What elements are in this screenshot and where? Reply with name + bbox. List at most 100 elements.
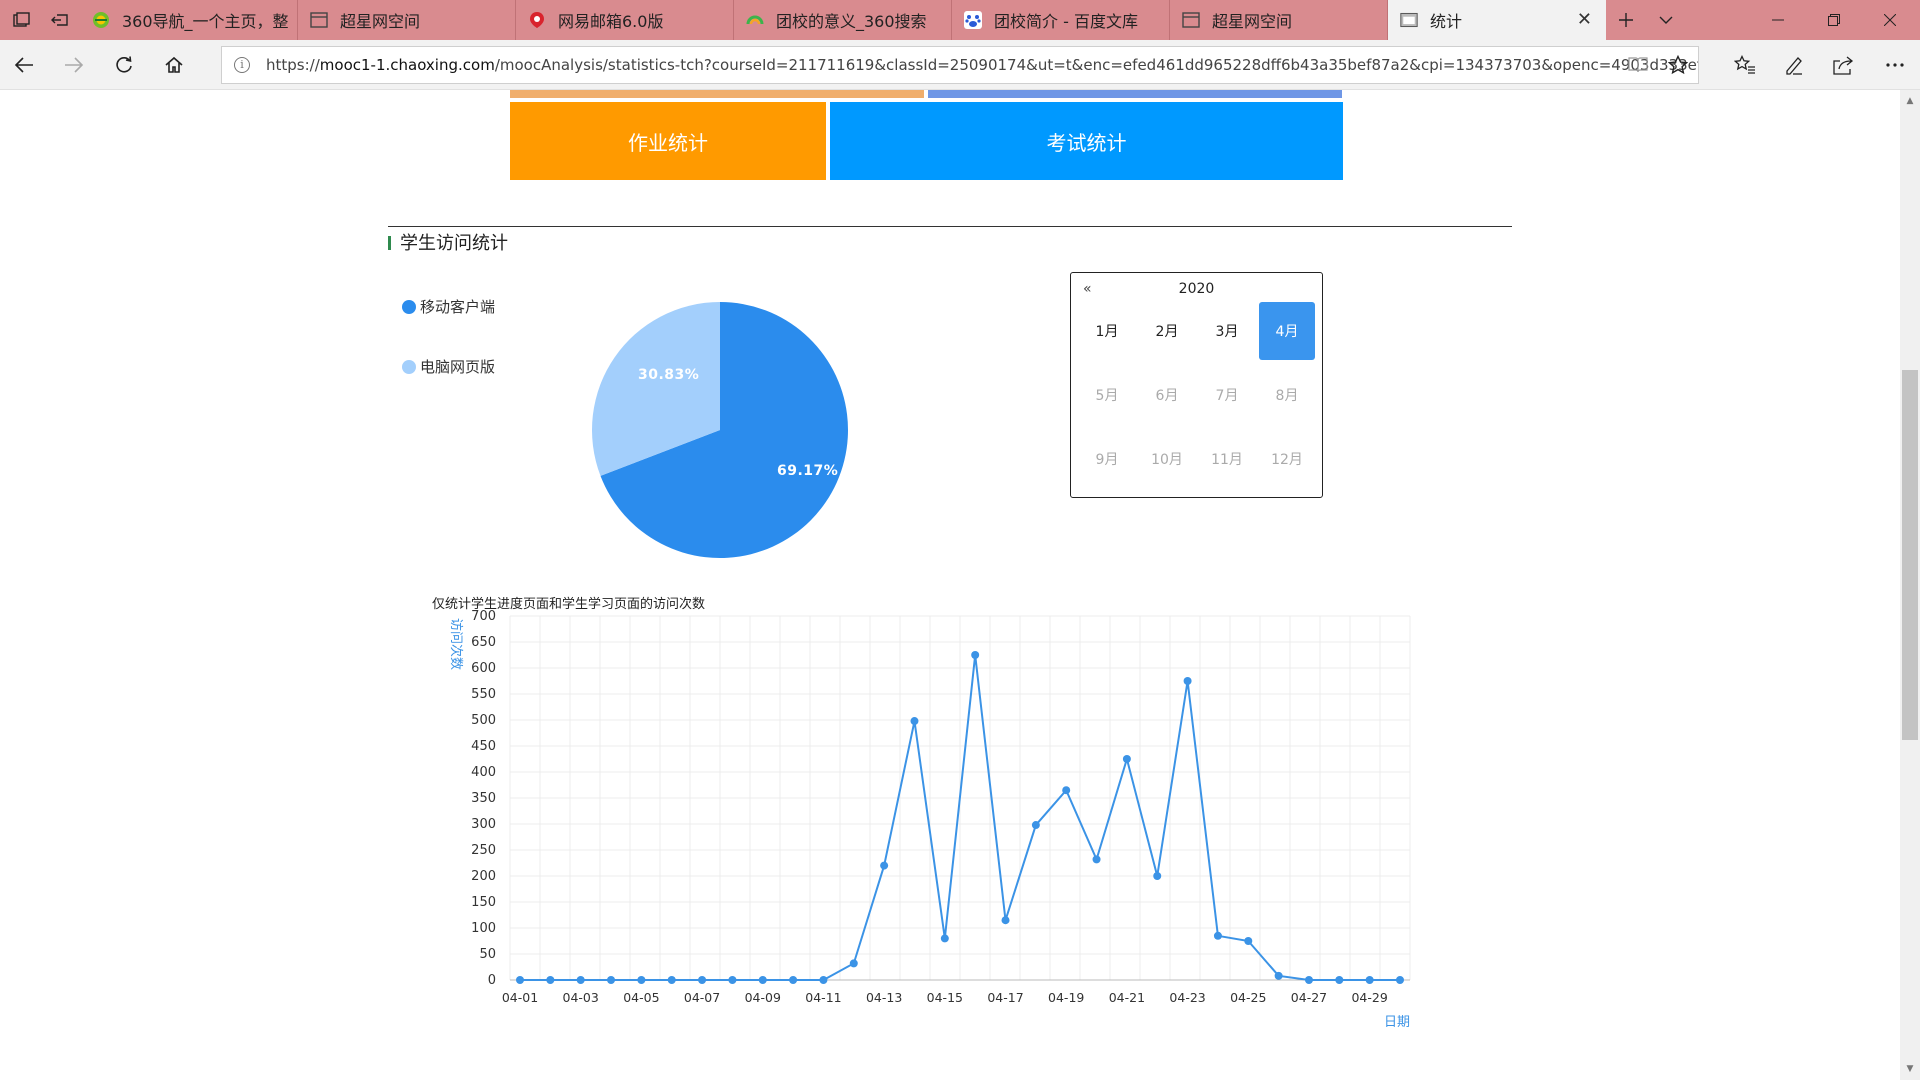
data-point[interactable] [971, 651, 980, 659]
scroll-down-arrow-icon[interactable]: ▼ [1900, 1060, 1920, 1078]
data-point[interactable] [1122, 755, 1131, 763]
data-point[interactable] [758, 976, 767, 984]
data-point[interactable] [1304, 976, 1313, 984]
pie-label-pc: 30.83% [638, 367, 700, 383]
back-arrow-icon[interactable] [4, 45, 44, 85]
set-tabs-aside-icon[interactable] [40, 0, 80, 40]
home-icon[interactable] [154, 45, 194, 85]
data-point[interactable] [789, 976, 798, 984]
close-tab-icon[interactable]: ✕ [1577, 11, 1592, 29]
data-point[interactable] [1183, 677, 1192, 685]
data-point[interactable] [1001, 916, 1010, 925]
minimize-icon[interactable] [1750, 0, 1805, 40]
site-info-icon[interactable]: i [234, 57, 250, 73]
month-12: 12月 [1271, 452, 1303, 468]
month-10: 10月 [1151, 452, 1183, 468]
data-point[interactable] [1062, 786, 1071, 795]
tab-360-search[interactable]: 团校的意义_360搜索 [734, 0, 952, 40]
data-point[interactable] [1031, 821, 1040, 830]
data-point[interactable] [849, 959, 858, 968]
section-divider [388, 226, 1512, 227]
month-1[interactable]: 1月 [1079, 302, 1135, 360]
data-point[interactable] [728, 976, 737, 984]
data-point[interactable] [546, 976, 555, 984]
favorites-list-icon[interactable] [1725, 45, 1765, 85]
page-icon [1400, 11, 1418, 29]
data-point[interactable] [516, 976, 524, 984]
month-2[interactable]: 2月 [1139, 302, 1195, 360]
legend-item-mobile[interactable]: 移动客户端 [402, 296, 495, 317]
data-point[interactable] [1274, 971, 1283, 980]
address-bar[interactable]: i https://mooc1-1.chaoxing.com/moocAnaly… [221, 46, 1699, 84]
360-search-icon [746, 11, 764, 29]
y-tick-label: 200 [471, 869, 496, 884]
share-icon[interactable] [1823, 45, 1863, 85]
data-point[interactable] [576, 976, 585, 984]
month-grid: 1月 2月 3月 4月 5月 6月 7月 8月 9月 10月 11月 12月 [1079, 302, 1319, 488]
tab-manager-icon[interactable] [2, 0, 42, 40]
data-point[interactable] [1396, 976, 1404, 984]
reading-view-icon[interactable] [1628, 56, 1648, 78]
calendar-year: 2020 [1178, 281, 1215, 297]
tab-netease-mail[interactable]: 网易邮箱6.0版 [516, 0, 734, 40]
data-point[interactable] [1244, 937, 1253, 945]
y-tick-label: 500 [471, 713, 496, 728]
data-point[interactable] [607, 976, 616, 984]
legend-item-pc[interactable]: 电脑网页版 [402, 356, 495, 377]
tab-title: 统计 [1430, 12, 1463, 31]
more-menu-icon[interactable] [1875, 45, 1915, 85]
data-point[interactable] [1213, 931, 1222, 940]
pie-svg [592, 302, 848, 558]
daily-visits-line-chart: 0 50 100 150 200 250 300 350 400 450 500 550 600 650 7… [448, 609, 1411, 1030]
data-point[interactable] [1335, 976, 1344, 984]
y-tick-label: 250 [471, 843, 496, 858]
month-7: 7月 [1215, 388, 1239, 404]
x-tick-label: 04-01 [502, 990, 538, 1005]
month-11: 11月 [1211, 452, 1243, 468]
scroll-up-arrow-icon[interactable]: ▲ [1900, 92, 1920, 110]
x-tick-label: 04-21 [1109, 990, 1145, 1005]
close-window-icon[interactable] [1862, 0, 1917, 40]
pen-notes-icon[interactable] [1774, 45, 1814, 85]
scrollbar-thumb[interactable] [1902, 370, 1918, 740]
y-axis-title: 访问次数 [448, 618, 464, 670]
x-tick-label: 04-17 [987, 990, 1023, 1005]
data-point[interactable] [637, 976, 646, 984]
tab-baidu-wenku[interactable]: 团校简介 - 百度文库 [952, 0, 1170, 40]
tab-statistics[interactable]: 统计 ✕ [1388, 0, 1606, 40]
data-point[interactable] [698, 976, 707, 984]
360-nav-icon [92, 11, 110, 29]
data-point[interactable] [819, 976, 828, 984]
data-point[interactable] [1153, 872, 1162, 880]
refresh-icon[interactable] [104, 45, 144, 85]
x-tick-label: 04-05 [623, 990, 659, 1005]
x-axis-title: 日期 [1384, 1015, 1410, 1030]
restore-icon[interactable] [1806, 0, 1861, 40]
data-point[interactable] [940, 934, 949, 943]
forward-arrow-icon[interactable] [54, 45, 94, 85]
data-point[interactable] [667, 976, 676, 984]
month-9: 9月 [1095, 452, 1119, 468]
month-4[interactable]: 4月 [1259, 302, 1315, 360]
month-5: 5月 [1095, 388, 1119, 404]
data-point[interactable] [1092, 855, 1101, 864]
data-point[interactable] [1365, 976, 1374, 984]
new-tab-icon[interactable] [1606, 0, 1646, 40]
tab-list-chevron-icon[interactable] [1646, 0, 1686, 40]
y-tick-label: 550 [471, 687, 496, 702]
tab-360-nav[interactable]: 360导航_一个主页，整 [80, 0, 298, 40]
url-path: /moocAnalysis/statistics-tch?courseId=21… [494, 56, 1699, 74]
homework-statistics-button[interactable]: 作业统计 [510, 102, 826, 180]
exam-statistics-button[interactable]: 考试统计 [830, 102, 1343, 180]
tab-chaoxing-space[interactable]: 超星网空间 [298, 0, 516, 40]
data-point[interactable] [910, 717, 919, 726]
data-point[interactable] [880, 861, 889, 870]
month-3[interactable]: 3月 [1199, 302, 1255, 360]
page-icon [1182, 11, 1200, 29]
page-content: 作业统计 考试统计 学生访问统计 移动客户端 电脑网页版 30.83% 69.1… [0, 90, 1900, 1080]
favorite-star-icon[interactable] [1667, 54, 1689, 79]
tab-title: 网易邮箱6.0版 [558, 12, 664, 31]
legend-label: 移动客户端 [420, 298, 496, 316]
y-tick-label: 350 [471, 791, 496, 806]
tab-chaoxing-space-2[interactable]: 超星网空间 [1170, 0, 1388, 40]
